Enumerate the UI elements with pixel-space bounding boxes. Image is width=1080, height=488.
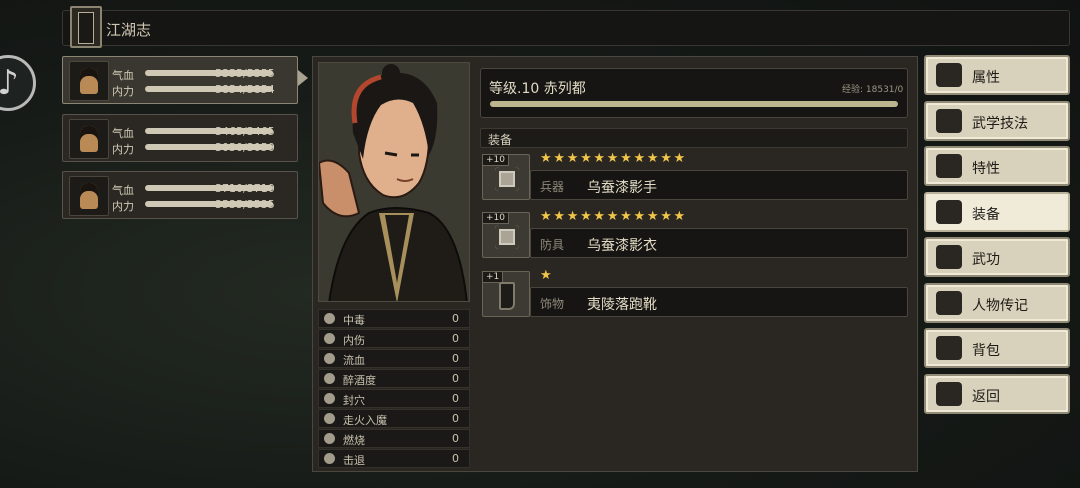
- person-icon: [936, 63, 962, 87]
- hp-label: 气血: [112, 69, 134, 82]
- trait-icon: [936, 154, 962, 178]
- exp-bar: [490, 101, 898, 107]
- avatar: [69, 119, 109, 159]
- star-rating: ★: [540, 268, 554, 283]
- equip-name: 乌蚕漆影手: [587, 180, 657, 196]
- door-icon: [936, 382, 962, 406]
- bag-icon: [936, 336, 962, 360]
- status-row: 走火入魔 0: [318, 409, 470, 428]
- party-member-2[interactable]: 气血 3465/3465 内力 3050/3050: [62, 114, 298, 162]
- status-row: 中毒 0: [318, 309, 470, 328]
- menu-biography-button[interactable]: 人物传记: [924, 283, 1070, 323]
- poison-icon: [324, 313, 335, 324]
- hp-value: 3465/3465: [215, 125, 275, 138]
- party-member-3[interactable]: 气血 3710/3710 内力 3535/3535: [62, 171, 298, 219]
- scroll-icon: [936, 291, 962, 315]
- menu-bag-button[interactable]: 背包: [924, 328, 1070, 368]
- drunk-icon: [324, 373, 335, 384]
- madness-icon: [324, 413, 335, 424]
- menu-kungfu-button[interactable]: 武功: [924, 237, 1070, 277]
- avatar: [69, 176, 109, 216]
- avatar: [69, 61, 109, 101]
- armor-icon: [495, 225, 519, 249]
- martial-icon: [936, 109, 962, 133]
- acupoint-icon: [324, 393, 335, 404]
- status-row: 流血 0: [318, 349, 470, 368]
- equip-name: 乌蚕漆影衣: [587, 238, 657, 254]
- menu-attributes-button[interactable]: 属性: [924, 55, 1070, 95]
- character-portrait: [318, 62, 470, 302]
- broken-heart-icon: [324, 333, 335, 344]
- selected-arrow-icon: [298, 70, 308, 86]
- party-member-1[interactable]: 气血 5355/5355 内力 5854/5854: [62, 56, 298, 104]
- hp-value: 3710/3710: [215, 182, 275, 195]
- exp-readout: 经验: 18531/0: [842, 85, 904, 95]
- menu-equipment-button[interactable]: 装备: [924, 192, 1070, 232]
- star-rating: ★★★★★★★★★★★: [540, 209, 687, 224]
- sword-icon: [936, 200, 962, 224]
- status-row: 燃烧 0: [318, 429, 470, 448]
- enhance-level: +10: [482, 154, 509, 166]
- enhance-level: +10: [482, 212, 509, 224]
- music-icon[interactable]: ♪: [0, 55, 36, 111]
- hp-value: 5355/5355: [215, 67, 275, 80]
- armor-slot[interactable]: +10: [482, 212, 530, 258]
- menu-return-button[interactable]: 返回: [924, 374, 1070, 414]
- status-row: 封穴 0: [318, 389, 470, 408]
- page-title: 江湖志: [106, 21, 152, 39]
- manual-icon: [936, 245, 962, 269]
- title-bar: [62, 10, 1070, 46]
- menu-traits-button[interactable]: 特性: [924, 146, 1070, 186]
- accessory-slot[interactable]: +1: [482, 271, 530, 317]
- fire-icon: [324, 433, 335, 444]
- boot-icon: [499, 282, 515, 310]
- character-level-name: 等级.10 赤列都: [489, 81, 586, 97]
- mp-label: 内力: [112, 85, 134, 98]
- star-rating: ★★★★★★★★★★★: [540, 151, 687, 166]
- equipment-header: [480, 128, 908, 148]
- mp-label: 内力: [112, 200, 134, 213]
- book-icon: [70, 6, 102, 48]
- blood-icon: [324, 353, 335, 364]
- equip-type: 饰物: [540, 297, 565, 311]
- mp-value: 3050/3050: [215, 141, 275, 154]
- status-row: 内伤 0: [318, 329, 470, 348]
- weapon-slot[interactable]: +10: [482, 154, 530, 200]
- hp-label: 气血: [112, 184, 134, 197]
- mp-label: 内力: [112, 143, 134, 156]
- mp-value: 5854/5854: [215, 83, 275, 96]
- status-row: 醉酒度 0: [318, 369, 470, 388]
- equip-type: 兵器: [540, 180, 565, 194]
- mp-value: 3535/3535: [215, 198, 275, 211]
- equipment-title: 装备: [488, 133, 513, 147]
- gauntlet-icon: [495, 167, 519, 191]
- status-row: 击退 0: [318, 449, 470, 468]
- hp-label: 气血: [112, 127, 134, 140]
- equip-type: 防具: [540, 238, 565, 252]
- knockback-icon: [324, 453, 335, 464]
- menu-martial-skills-button[interactable]: 武学技法: [924, 101, 1070, 141]
- equip-name: 夷陵落跑靴: [587, 297, 657, 313]
